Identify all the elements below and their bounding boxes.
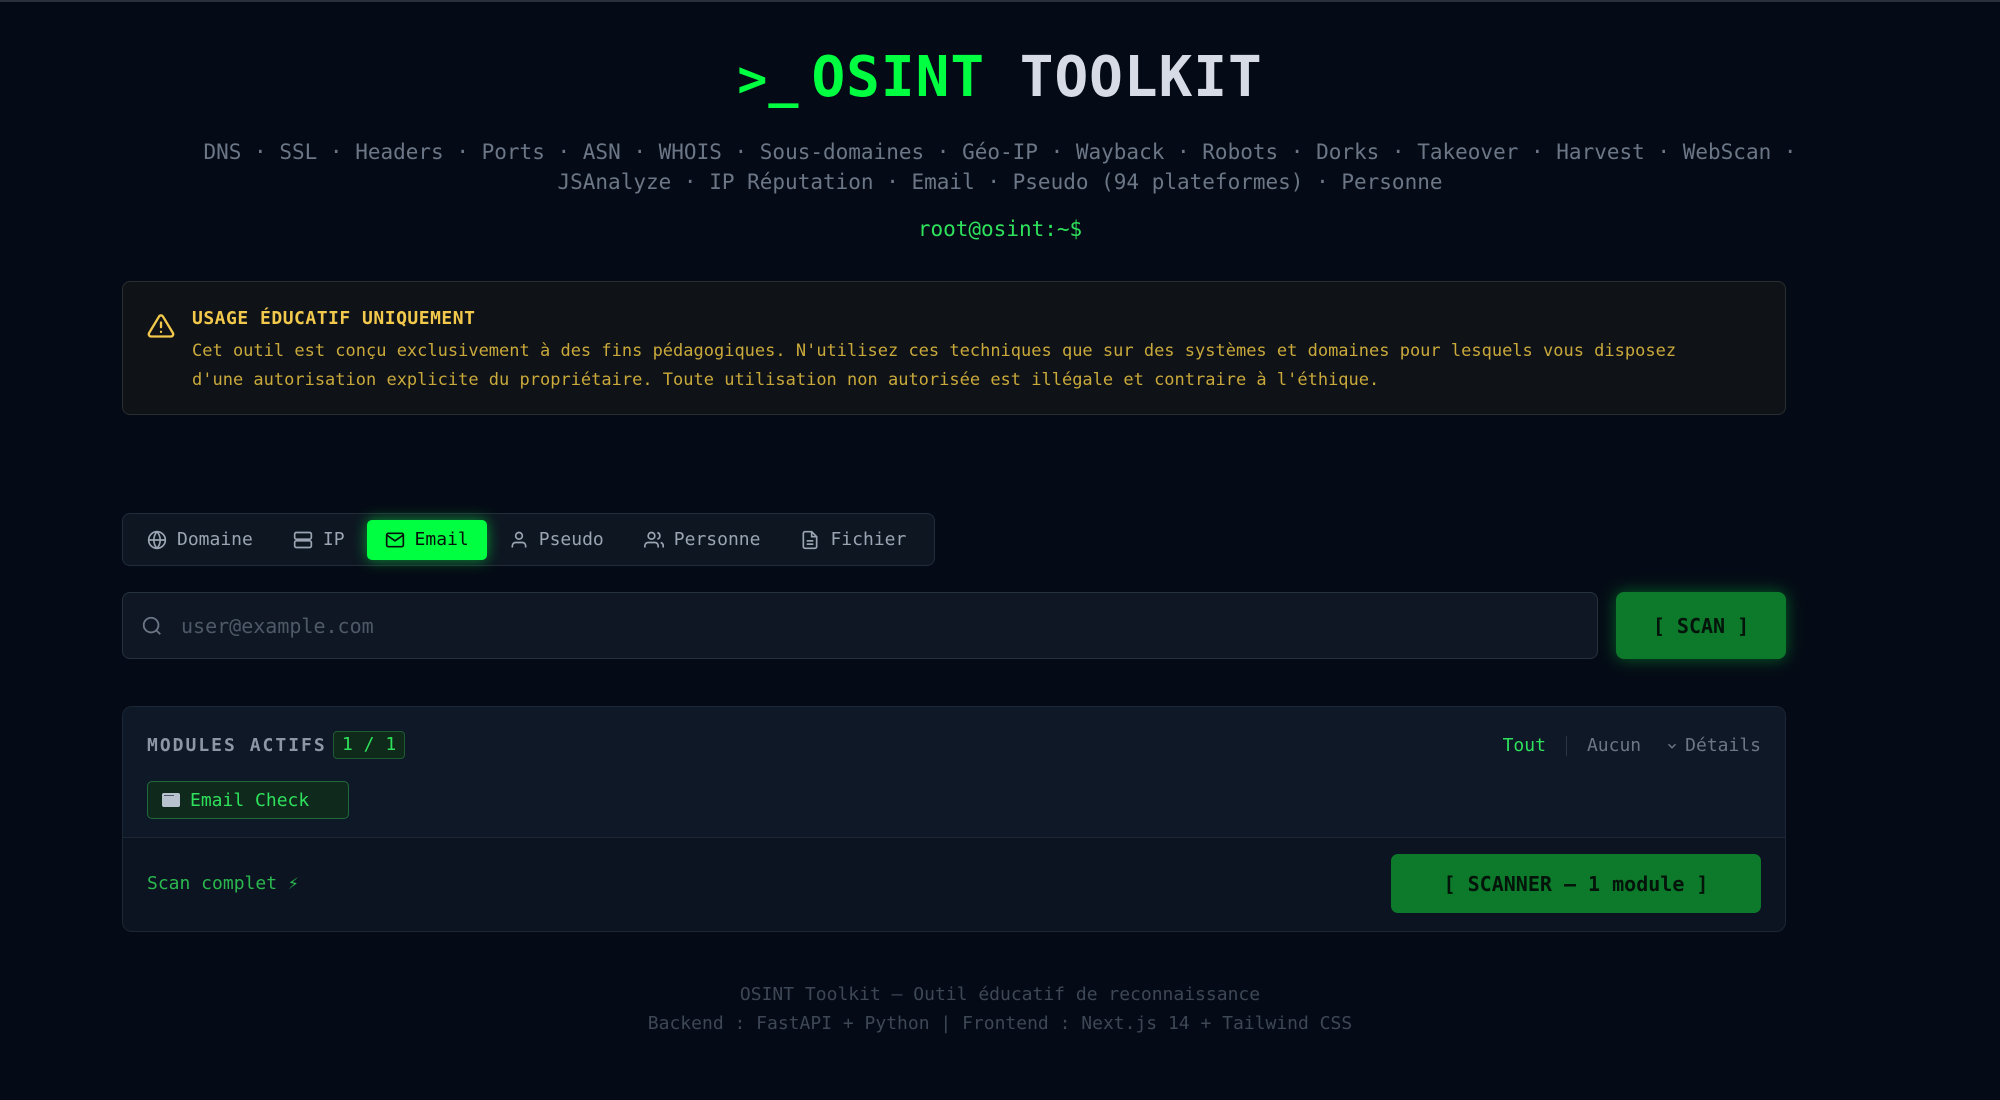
warning-text: Cet outil est conçu exclusivement à des … [192, 337, 1762, 395]
search-icon [142, 616, 161, 635]
users-icon [643, 531, 664, 547]
footer-line1: OSINT Toolkit — Outil éducatif de reconn… [739, 984, 1261, 1005]
target-input[interactable] [179, 594, 1597, 657]
warning-triangle-icon [147, 314, 175, 338]
select-all-link[interactable]: Tout [1503, 735, 1546, 756]
scanner-button[interactable]: [ SCANNER — 1 module ] [1391, 854, 1761, 913]
modules-panel: MODULES ACTIFS 1 / 1 Tout Aucun Détails … [122, 706, 1786, 932]
globe-icon [147, 529, 167, 550]
modules-label: MODULES ACTIFS [147, 735, 327, 756]
footer: OSINT Toolkit — Outil éducatif de reconn… [0, 980, 2000, 1038]
mail-icon [385, 532, 404, 547]
tab-label: Pseudo [538, 529, 604, 550]
module-chip-label: Email Check [190, 789, 310, 811]
actions-divider [1565, 735, 1567, 756]
tab-label: Personne [673, 529, 761, 550]
envelope-icon [162, 793, 180, 807]
tab-label: Domaine [177, 529, 253, 550]
modules-list-line1: DNS · SSL · Headers · Ports · ASN · WHOI… [203, 140, 1797, 164]
select-none-link[interactable]: Aucun [1587, 735, 1641, 756]
tab-personne[interactable]: Personne [626, 520, 779, 560]
warning-title: USAGE ÉDUCATIF UNIQUEMENT [192, 308, 476, 329]
modules-header: MODULES ACTIFS 1 / 1 Tout Aucun Détails … [123, 707, 1785, 838]
modules-list: DNS · SSL · Headers · Ports · ASN · WHOI… [190, 137, 1810, 197]
target-type-tabs: Domaine IP Email Pseudo Personne Fichier [122, 513, 936, 566]
details-label: Détails [1685, 735, 1761, 756]
scan-status: Scan complet ⚡ [147, 873, 299, 894]
tab-domaine[interactable]: Domaine [129, 520, 271, 560]
tab-pseudo[interactable]: Pseudo [491, 520, 622, 560]
title-toolkit: TOOLKIT [1019, 45, 1263, 110]
modules-count-badge: 1 / 1 [333, 731, 406, 759]
app-logo: >_ OSINT TOOLKIT [0, 44, 2000, 113]
tab-label: Email [414, 529, 469, 550]
user-icon [511, 531, 527, 547]
tab-ip[interactable]: IP [275, 520, 363, 560]
details-toggle[interactable]: Détails [1665, 735, 1761, 756]
root-prompt: root@osint:~$ [917, 217, 1083, 241]
server-icon [293, 531, 313, 548]
warning-text-line2: d'une autorisation explicite du propriét… [192, 370, 1380, 390]
tab-label: IP [322, 529, 345, 550]
tab-label: Fichier [830, 529, 907, 550]
warning-text-line1: Cet outil est conçu exclusivement à des … [192, 341, 1677, 361]
module-chip-email-check[interactable]: Email Check [147, 781, 349, 819]
terminal-prompt-icon: >_ [737, 50, 800, 108]
tab-fichier[interactable]: Fichier [782, 520, 924, 560]
title-osint: OSINT [811, 45, 986, 110]
modules-list-line2: JSAnalyze · IP Réputation · Email · Pseu… [557, 170, 1443, 194]
scan-button[interactable]: [ SCAN ] [1616, 592, 1786, 659]
tab-email[interactable]: Email [366, 519, 487, 560]
modules-actions: Tout Aucun Détails [1503, 735, 1761, 756]
chevron-down-icon [1668, 743, 1677, 749]
file-icon [802, 530, 818, 549]
search-field [122, 592, 1598, 659]
window-top-border [0, 0, 2000, 2]
header: >_ OSINT TOOLKIT DNS · SSL · Headers · Po… [0, 44, 2000, 241]
footer-line2: Backend : FastAPI + Python | Frontend : … [647, 1013, 1353, 1034]
warning-banner: USAGE ÉDUCATIF UNIQUEMENT Cet outil est … [122, 281, 1786, 415]
